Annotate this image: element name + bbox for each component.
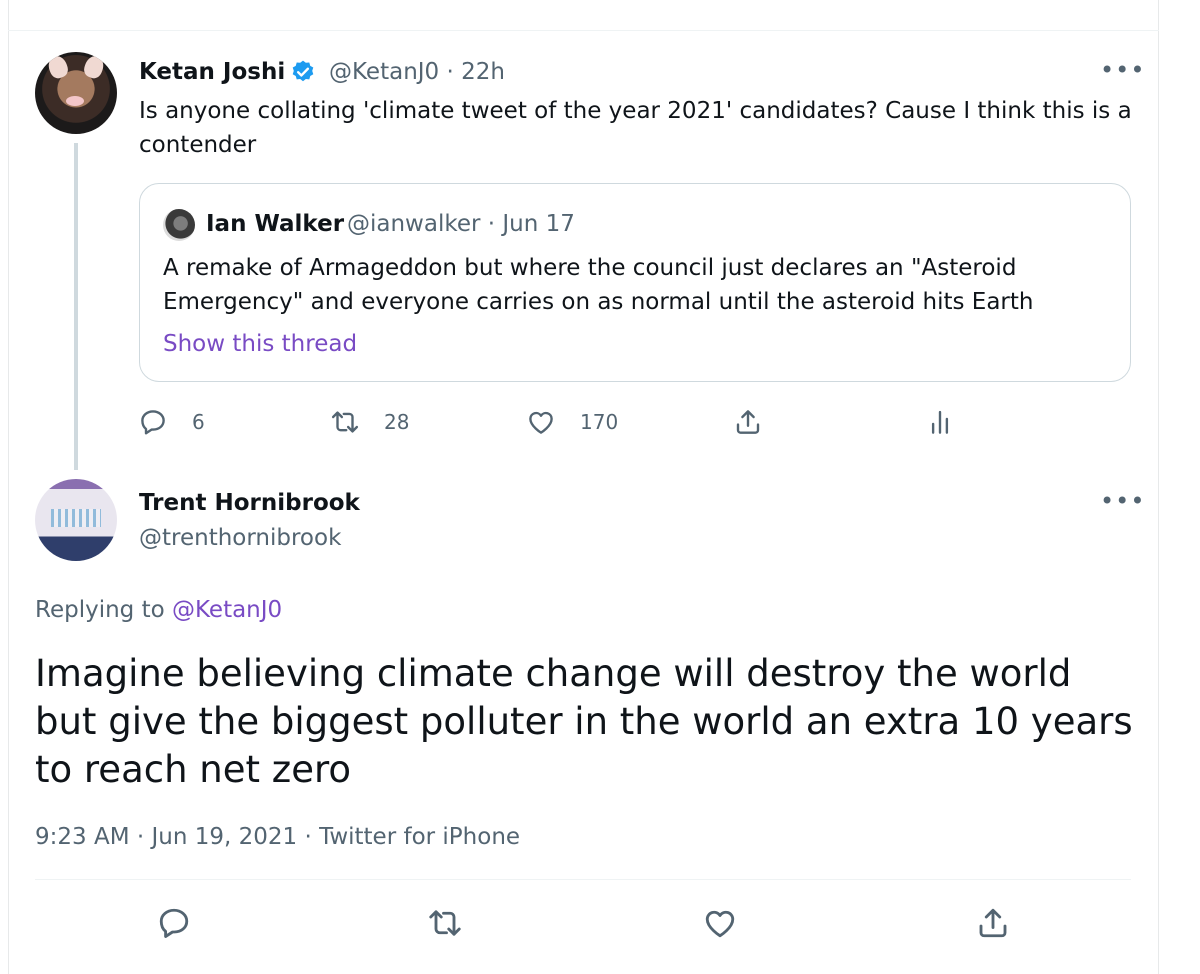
- retweet-button[interactable]: 28: [330, 404, 409, 440]
- reply-button[interactable]: [154, 903, 194, 943]
- share-button[interactable]: [973, 903, 1013, 943]
- reply-icon: [141, 410, 165, 435]
- like-icon: [705, 910, 735, 938]
- quoted-tweet-card[interactable]: Ian Walker @ianwalker · Jun 17 A remake …: [139, 183, 1131, 382]
- share-icon: [979, 908, 1007, 938]
- tweet-timestamp[interactable]: 9:23 AM · Jun 19, 2021 · Twitter for iPh…: [35, 820, 520, 854]
- thread-line: [74, 143, 78, 470]
- like-button[interactable]: [700, 903, 740, 943]
- retweet-count: 28: [384, 410, 410, 434]
- more-icon[interactable]: •••: [1100, 56, 1145, 84]
- reply-author-handle[interactable]: @trenthornibrook: [139, 522, 341, 554]
- reply-icon: [159, 908, 189, 938]
- retweet-icon: [429, 910, 461, 936]
- replying-prefix: Replying to: [35, 597, 172, 623]
- like-button[interactable]: 170: [526, 404, 618, 440]
- retweet-button[interactable]: [425, 903, 465, 943]
- quoted-tweet-text: A remake of Armageddon but where the cou…: [163, 255, 1034, 315]
- analytics-icon: [931, 410, 949, 434]
- share-icon: [736, 410, 760, 434]
- reply-count: 6: [192, 410, 205, 434]
- avatar-stage-detail: [51, 509, 101, 527]
- trent-avatar[interactable]: [35, 479, 117, 561]
- share-button[interactable]: [733, 404, 763, 440]
- ian-avatar: [163, 209, 195, 241]
- replying-to-line: Replying to @KetanJ0: [35, 594, 282, 626]
- analytics-button[interactable]: [925, 404, 955, 440]
- quoted-handle-time: @ianwalker · Jun 17: [347, 211, 575, 237]
- like-icon: [529, 411, 553, 434]
- retweet-icon: [331, 411, 359, 433]
- parent-handle-time[interactable]: @KetanJ0 · 22h: [329, 56, 505, 88]
- top-divider: [8, 30, 1159, 31]
- reply-button[interactable]: 6: [138, 404, 205, 440]
- verified-icon: [292, 60, 314, 82]
- like-count: 170: [580, 410, 619, 434]
- parent-author-name[interactable]: Ketan Joshi: [139, 56, 285, 88]
- parent-tweet-text: Is anyone collating 'climate tweet of th…: [139, 98, 1132, 158]
- avatar-nose: [66, 96, 84, 106]
- more-icon[interactable]: •••: [1100, 487, 1145, 515]
- replying-to-mention[interactable]: @KetanJ0: [172, 597, 282, 623]
- quoted-author-name: Ian Walker: [206, 211, 345, 237]
- actions-divider: [35, 879, 1131, 880]
- ketan-avatar[interactable]: [35, 52, 117, 134]
- reply-tweet-text: Imagine believing climate change will de…: [35, 652, 1133, 791]
- reply-author-name[interactable]: Trent Hornibrook: [139, 487, 360, 519]
- show-thread-link[interactable]: Show this thread: [163, 328, 357, 360]
